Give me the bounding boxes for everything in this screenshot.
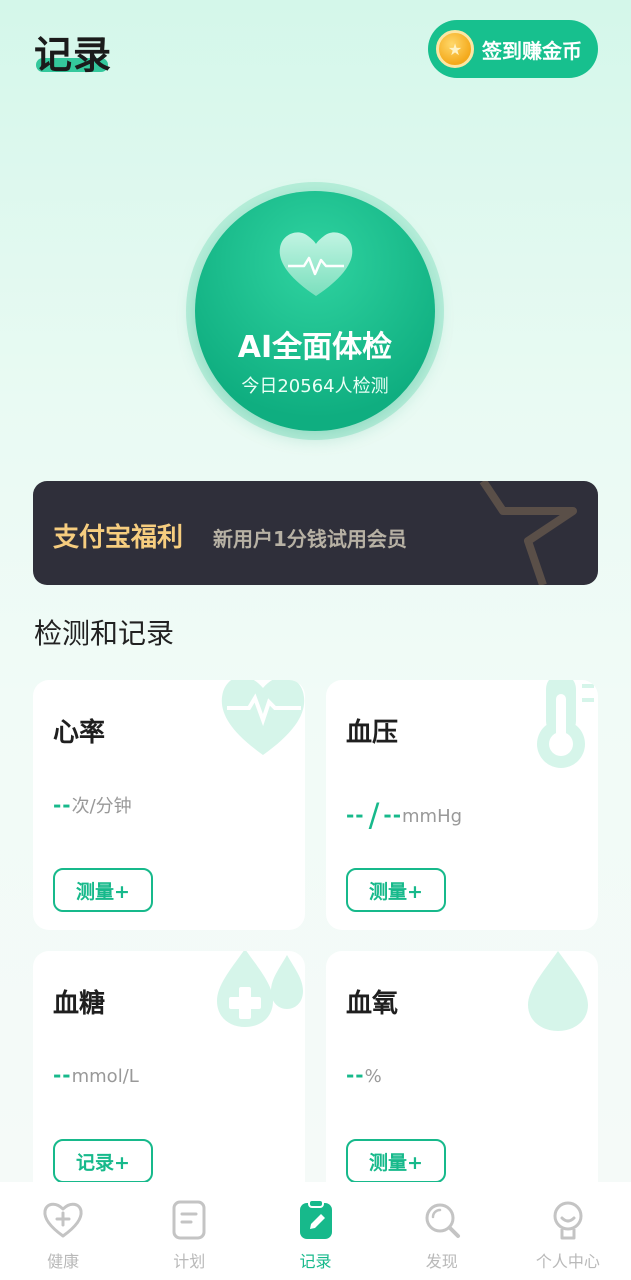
tab-label: 计划 (173, 1252, 206, 1271)
tab-label: 个人中心 (535, 1252, 600, 1271)
value-unit: % (364, 1066, 382, 1087)
page-title: 记录 (34, 33, 113, 77)
card-title: 心率 (53, 718, 106, 748)
tab-label: 发现 (425, 1252, 458, 1271)
checkin-button[interactable]: ★ 签到赚金币 (428, 20, 598, 78)
blood-pressure-value: -- / -- mmHg (346, 792, 463, 834)
value-placeholder: -- (346, 1063, 365, 1087)
tab-label: 健康 (47, 1252, 80, 1271)
promo-title: 支付宝福利 (53, 523, 184, 553)
value-placeholder: -- (383, 803, 402, 827)
blood-oxygen-card[interactable]: 血氧 -- % 测量+ (326, 951, 598, 1211)
value-placeholder: -- (53, 1063, 72, 1087)
promo-subtitle: 新用户1分钱试用会员 (213, 527, 407, 551)
record-clipboard-icon (299, 1199, 332, 1239)
heart-pulse-icon (276, 226, 356, 302)
heart-plus-icon (43, 1202, 83, 1238)
promo-banner[interactable]: 支付宝福利 新用户1分钱试用会员 (33, 481, 598, 585)
ai-check-subtitle: 今日20564人检测 (241, 376, 389, 397)
blood-oxygen-value: -- % (346, 1063, 382, 1087)
card-title: 血压 (346, 718, 399, 748)
tab-plan[interactable]: 计划 (126, 1182, 252, 1280)
thermometer-deco-icon (537, 680, 594, 768)
value-placeholder: -- (53, 793, 72, 817)
ai-check-title: AI全面体检 (237, 330, 393, 365)
bottom-tab-bar: 健康 计划 记录 发现 个人中心 (0, 1182, 631, 1280)
heart-rate-card[interactable]: 心率 -- 次/分钟 测量+ (33, 680, 305, 930)
measure-button[interactable]: 测量+ (346, 868, 446, 912)
value-unit: mmHg (402, 806, 463, 827)
water-drop-deco-icon (528, 951, 588, 1031)
record-button[interactable]: 记录+ (53, 1139, 153, 1183)
user-icon (553, 1201, 583, 1240)
tab-record[interactable]: 记录 (252, 1182, 378, 1280)
value-placeholder: -- (346, 803, 365, 827)
heart-rate-value: -- 次/分钟 (53, 792, 132, 818)
search-icon (425, 1203, 460, 1238)
blood-sugar-card[interactable]: 血糖 -- mmol/L 记录+ (33, 951, 305, 1211)
tab-profile[interactable]: 个人中心 (505, 1182, 631, 1280)
value-unit: mmol/L (71, 1066, 139, 1087)
star-decoration-icon (479, 481, 577, 585)
value-separator: / (368, 796, 380, 834)
section-title: 检测和记录 (34, 617, 175, 650)
plan-doc-icon (172, 1200, 206, 1240)
heart-rate-deco-icon (221, 680, 305, 755)
card-title: 血糖 (53, 989, 106, 1019)
measure-button[interactable]: 测量+ (53, 868, 153, 912)
tab-label: 记录 (299, 1252, 332, 1271)
tab-discover[interactable]: 发现 (379, 1182, 505, 1280)
coin-icon: ★ (436, 30, 474, 68)
blood-sugar-value: -- mmol/L (53, 1063, 139, 1087)
measure-button[interactable]: 测量+ (346, 1139, 446, 1183)
card-title: 血氧 (346, 989, 399, 1019)
value-unit: 次/分钟 (71, 796, 132, 817)
tab-health[interactable]: 健康 (0, 1182, 126, 1280)
blood-pressure-card[interactable]: 血压 -- / -- mmHg 测量+ (326, 680, 598, 930)
blood-drop-plus-deco-icon (217, 951, 303, 1027)
checkin-label: 签到赚金币 (482, 38, 582, 63)
